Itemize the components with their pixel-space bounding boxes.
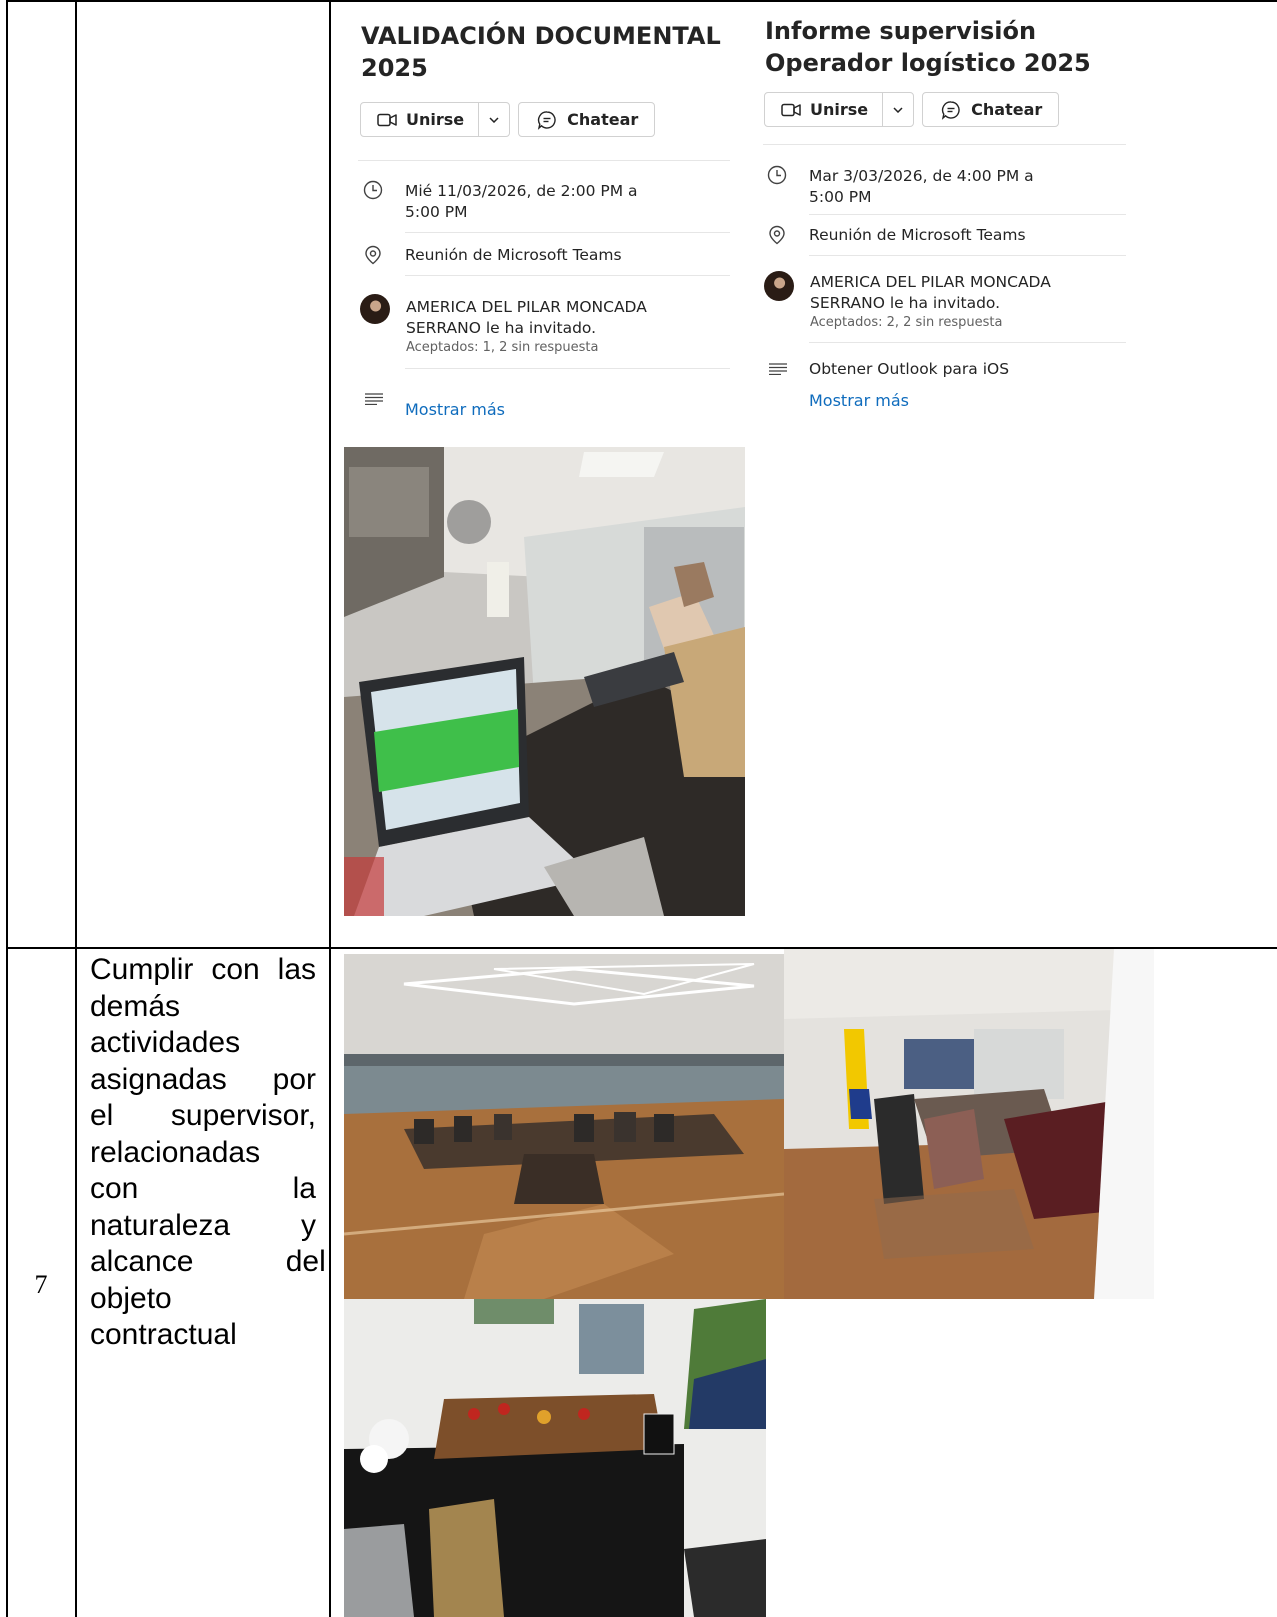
description-line: asignadas por bbox=[90, 1062, 316, 1096]
column-divider-2 bbox=[329, 0, 331, 1617]
chat-bubble-icon bbox=[942, 100, 960, 120]
meeting-date: Mié 11/03/2026, de 2:00 PM a 5:00 PM bbox=[405, 182, 638, 221]
meeting-responses: Aceptados: 2, 2 sin respuesta bbox=[810, 315, 1003, 330]
join-options-dropdown[interactable] bbox=[479, 103, 509, 136]
video-camera-icon bbox=[377, 113, 397, 126]
office-laptop-photo bbox=[344, 447, 745, 916]
location-pin-icon bbox=[769, 225, 785, 245]
meeting-location: Reunión de Microsoft Teams bbox=[405, 246, 622, 264]
show-more-link[interactable]: Mostrar más bbox=[809, 391, 909, 410]
meeting-date: Mar 3/03/2026, de 4:00 PM a 5:00 PM bbox=[809, 167, 1034, 206]
meeting-room-flag-photo bbox=[784, 949, 1154, 1299]
description-line: naturaleza y bbox=[90, 1208, 316, 1242]
meeting-title: VALIDACIÓN DOCUMENTAL 2025 bbox=[361, 22, 721, 82]
show-more-link[interactable]: Mostrar más bbox=[405, 400, 505, 419]
conference-room-photo bbox=[344, 954, 784, 1299]
description-line: contractual bbox=[90, 1318, 237, 1351]
meeting-title: Informe supervisión Operador logístico 2… bbox=[765, 17, 1091, 77]
catering-table-photo bbox=[344, 1299, 766, 1617]
clock-icon bbox=[767, 165, 787, 185]
chat-bubble-icon bbox=[538, 110, 556, 130]
description-line: alcance del bbox=[90, 1245, 326, 1278]
meeting-note: Obtener Outlook para iOS bbox=[809, 360, 1010, 378]
chat-button[interactable]: Chatear bbox=[518, 102, 656, 137]
notes-icon bbox=[769, 363, 787, 375]
description-line: Cumplir con las bbox=[90, 953, 316, 986]
organizer-avatar bbox=[360, 294, 390, 324]
description-line: objeto bbox=[90, 1281, 172, 1315]
chat-button[interactable]: Chatear bbox=[922, 92, 1060, 127]
join-options-dropdown[interactable] bbox=[883, 93, 913, 126]
row-description: Cumplir con las demás actividades asigna… bbox=[90, 952, 326, 1354]
join-button[interactable]: Unirse bbox=[764, 92, 915, 127]
video-camera-icon bbox=[781, 103, 801, 116]
meeting-organizer: AMERICA DEL PILAR MONCADA SERRANO le ha … bbox=[810, 273, 1051, 330]
meeting-location: Reunión de Microsoft Teams bbox=[809, 226, 1026, 244]
meeting-card-validacion: VALIDACIÓN DOCUMENTAL 2025 Unirse Chatea… bbox=[345, 0, 745, 440]
description-line: demás bbox=[90, 989, 181, 1023]
location-pin-icon bbox=[365, 245, 381, 265]
description-line: el supervisor, bbox=[90, 1099, 316, 1132]
chevron-down-icon bbox=[489, 116, 499, 123]
description-line: relacionadas bbox=[90, 1135, 261, 1169]
description-line: actividades bbox=[90, 1026, 241, 1059]
row-number-cell: 7 bbox=[6, 950, 76, 1617]
row-number: 7 bbox=[34, 1270, 48, 1299]
notes-icon bbox=[365, 393, 383, 405]
chevron-down-icon bbox=[893, 106, 903, 113]
description-line: con la bbox=[90, 1172, 316, 1205]
clock-icon bbox=[363, 180, 383, 200]
meeting-card-informe: Informe supervisión Operador logístico 2… bbox=[750, 0, 1150, 430]
meeting-organizer: AMERICA DEL PILAR MONCADA SERRANO le ha … bbox=[406, 298, 647, 355]
meeting-responses: Aceptados: 1, 2 sin respuesta bbox=[406, 340, 599, 355]
organizer-avatar bbox=[764, 271, 794, 301]
join-button[interactable]: Unirse bbox=[360, 102, 511, 137]
